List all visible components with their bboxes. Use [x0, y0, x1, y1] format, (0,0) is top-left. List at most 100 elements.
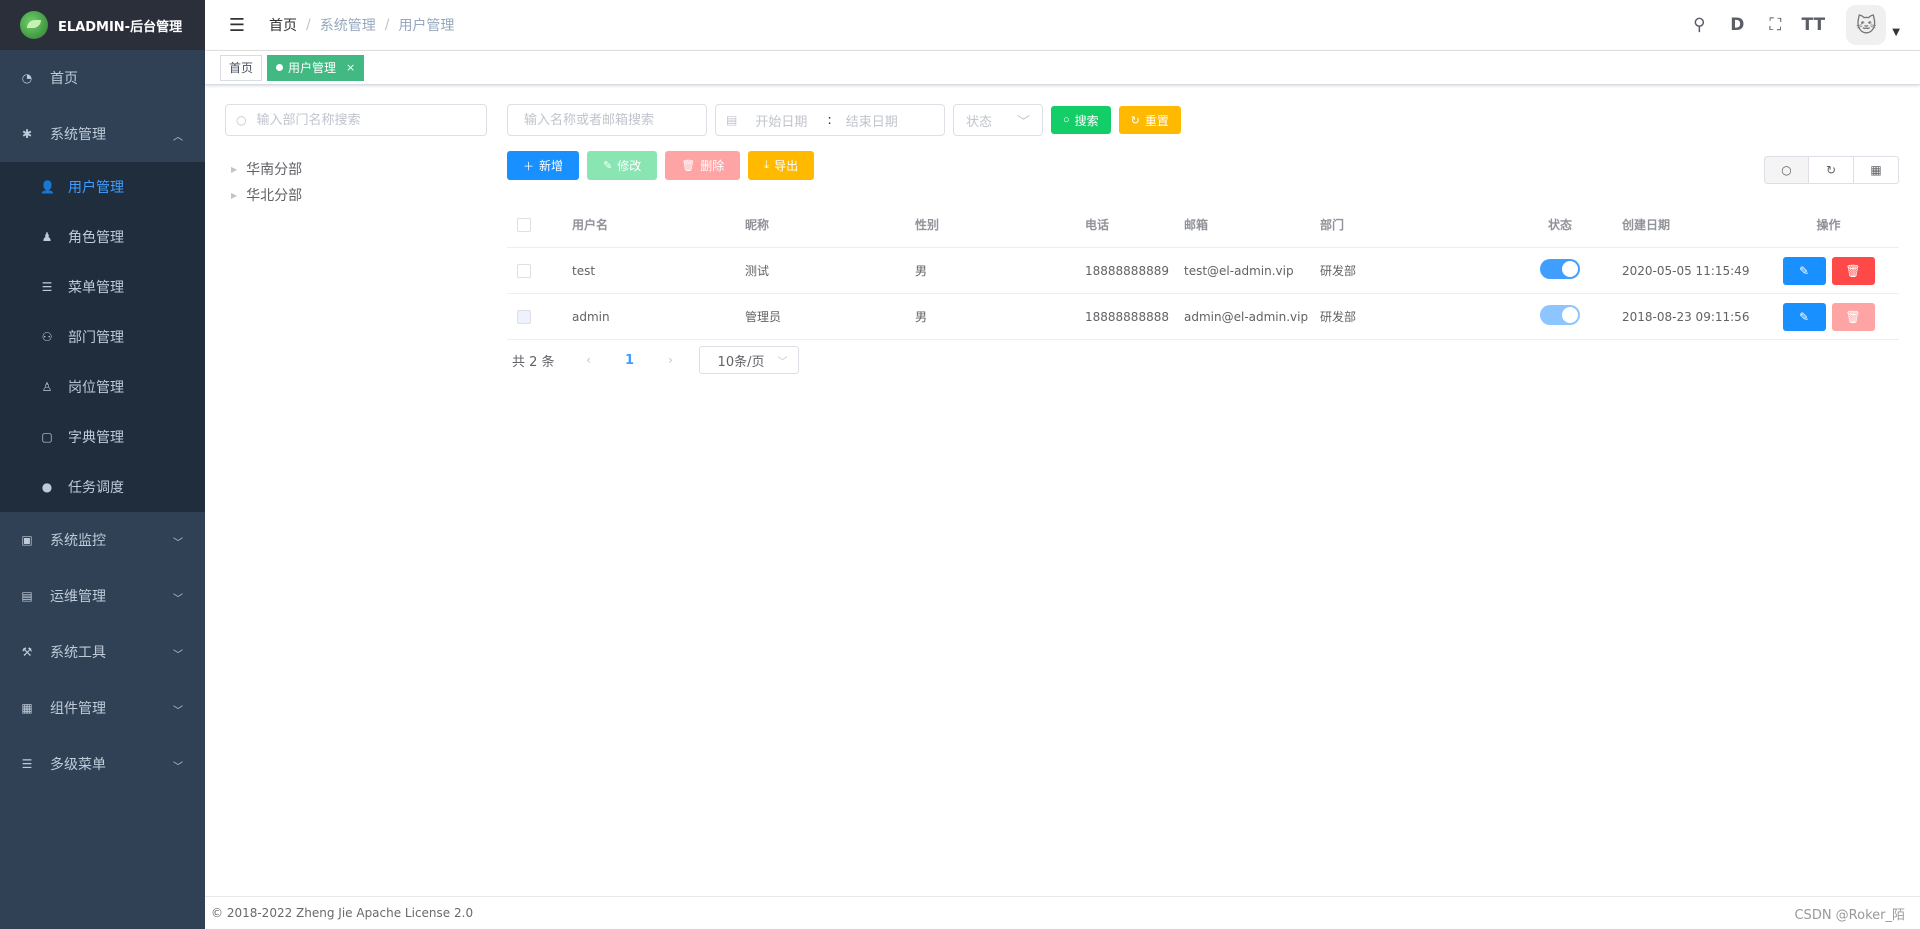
- chevron-right-icon[interactable]: ›: [661, 353, 681, 367]
- breadcrumb-home[interactable]: 首页: [269, 15, 297, 35]
- row-checkbox[interactable]: [517, 263, 531, 278]
- reset-button-label: 重置: [1144, 113, 1169, 128]
- row-delete-button[interactable]: 🗑: [1831, 256, 1875, 285]
- sidebar-item-positions[interactable]: ♙ 岗位管理: [0, 362, 205, 412]
- edit-button[interactable]: ✎ 修改: [587, 151, 658, 180]
- sidebar-item-label: 菜单管理: [68, 280, 124, 296]
- font-size-icon[interactable]: TT: [1794, 15, 1832, 35]
- caret-right-icon[interactable]: ▶: [231, 165, 237, 174]
- cell-phone: 18888888888: [1085, 309, 1169, 324]
- add-button[interactable]: ＋ 新增: [507, 151, 580, 180]
- search-button[interactable]: ○ 搜索: [1051, 106, 1111, 134]
- tree-node[interactable]: ▶ 华南分部: [231, 156, 302, 182]
- cell-dept: 研发部: [1320, 264, 1357, 278]
- tree-node[interactable]: ▶ 华北分部: [231, 182, 302, 208]
- edit-icon: ✎: [603, 160, 613, 172]
- chevron-down-icon: ﹀: [173, 594, 183, 605]
- tools-icon: ⚒: [21, 645, 33, 659]
- table-row[interactable]: admin 管理员 男 18888888888 admin@el-admin.v…: [507, 294, 1899, 340]
- tag-users[interactable]: 用户管理 ×: [267, 54, 365, 81]
- app-title: ELADMIN-后台管理: [58, 19, 183, 35]
- doc-icon[interactable]: D: [1718, 15, 1756, 35]
- clock-icon: ●: [41, 480, 53, 494]
- chevron-down-icon: ﹀: [777, 356, 788, 368]
- fullscreen-icon[interactable]: ⛶: [1756, 15, 1794, 35]
- tags-view: 首页 用户管理 ×: [205, 51, 1920, 85]
- end-date-placeholder[interactable]: 结束日期: [846, 111, 898, 130]
- navbar-actions: ⚲ D ⛶ TT 🐱 ▼: [1680, 0, 1900, 50]
- reset-button[interactable]: ↻ 重置: [1118, 106, 1181, 134]
- dept-tree: ▶ 华南分部 ▶ 华北分部: [231, 156, 302, 208]
- search-button-label: 搜索: [1074, 113, 1099, 128]
- gear-icon: ✱: [21, 127, 33, 141]
- sidebar-item-components[interactable]: ▦ 组件管理 ﹀: [0, 680, 205, 736]
- delete-button[interactable]: 🗑 删除: [665, 151, 741, 180]
- trash-icon: 🗑: [1845, 309, 1861, 324]
- sidebar-item-system[interactable]: ✱ 系统管理 ︿: [0, 106, 205, 162]
- sidebar-item-label: 组件管理: [50, 701, 106, 717]
- row-checkbox: [517, 309, 531, 324]
- select-all-checkbox[interactable]: [517, 217, 531, 232]
- start-date-placeholder[interactable]: 开始日期: [755, 111, 807, 130]
- sidebar-item-depts[interactable]: ⚇ 部门管理: [0, 312, 205, 362]
- app-logo[interactable]: ELADMIN-后台管理: [0, 0, 205, 50]
- row-checkbox-cell: [507, 309, 572, 324]
- dept-search-input[interactable]: [254, 111, 475, 129]
- date-range-picker[interactable]: ▤ 开始日期 : 结束日期: [715, 104, 945, 136]
- page-number[interactable]: 1: [615, 353, 645, 368]
- column-header: 部门: [1320, 218, 1345, 232]
- columns-icon[interactable]: ▦: [1854, 156, 1899, 184]
- status-switch[interactable]: [1540, 259, 1580, 279]
- search-icon[interactable]: ⚲: [1680, 15, 1718, 35]
- sidebar-item-label: 部门管理: [68, 330, 124, 346]
- row-edit-button[interactable]: ✎: [1782, 256, 1826, 285]
- status-switch: [1540, 305, 1580, 325]
- table-row[interactable]: test 测试 男 18888888889 test@el-admin.vip …: [507, 248, 1899, 294]
- copyright: © 2018-2022 Zheng Jie Apache License 2.0: [211, 906, 474, 920]
- sidebar-item-jobs[interactable]: ● 任务调度: [0, 462, 205, 512]
- column-header: 创建日期: [1622, 218, 1671, 232]
- chevron-up-icon: ︿: [173, 132, 183, 143]
- edit-icon: ✎: [1798, 309, 1810, 324]
- row-edit-button[interactable]: ✎: [1782, 302, 1826, 331]
- sidebar-item-home[interactable]: ◔ 首页: [0, 50, 205, 106]
- caret-down-icon[interactable]: ▼: [1892, 27, 1900, 38]
- footer: © 2018-2022 Zheng Jie Apache License 2.0…: [205, 896, 1920, 929]
- sidebar-item-users[interactable]: 👤 用户管理: [0, 162, 205, 212]
- trash-icon: 🗑: [1845, 263, 1861, 278]
- keyword-field[interactable]: [507, 104, 707, 136]
- close-icon[interactable]: ×: [346, 56, 355, 80]
- cell-status: [1498, 305, 1622, 328]
- sidebar-item-menus[interactable]: ☰ 菜单管理: [0, 262, 205, 312]
- sidebar-item-nested[interactable]: ☰ 多级菜单 ﹀: [0, 736, 205, 792]
- avatar[interactable]: 🐱: [1846, 5, 1887, 45]
- add-button-label: 新增: [539, 159, 564, 173]
- download-icon: ⤓: [764, 159, 770, 171]
- chevron-down-icon: ﹀: [173, 650, 183, 661]
- export-button[interactable]: ⤓ 导出: [748, 151, 815, 180]
- page-size-select[interactable]: 10条/页 ﹀: [698, 346, 799, 374]
- cell-phone: 18888888889: [1085, 263, 1169, 278]
- sidebar-item-roles[interactable]: ♟ 角色管理: [0, 212, 205, 262]
- tag-home[interactable]: 首页: [220, 54, 263, 81]
- caret-right-icon[interactable]: ▶: [231, 191, 237, 200]
- export-button-label: 导出: [774, 159, 799, 173]
- sidebar-item-tools[interactable]: ⚒ 系统工具 ﹀: [0, 624, 205, 680]
- toggle-search-icon[interactable]: ○: [1764, 156, 1809, 184]
- cell-email: test@el-admin.vip: [1184, 263, 1294, 278]
- refresh-icon[interactable]: ↻: [1809, 156, 1854, 184]
- row-checkbox-cell: [507, 263, 572, 278]
- sidebar-item-label: 角色管理: [68, 230, 124, 246]
- keyword-input[interactable]: [522, 111, 690, 129]
- status-select[interactable]: 状态 ﹀: [953, 104, 1043, 136]
- sidebar-item-monitor[interactable]: ▣ 系统监控 ﹀: [0, 512, 205, 568]
- cell-status: [1498, 259, 1622, 282]
- column-header: 邮箱: [1184, 218, 1209, 232]
- edit-icon: ✎: [1798, 263, 1810, 278]
- dept-search[interactable]: ○: [225, 104, 487, 136]
- chevron-left-icon[interactable]: ‹: [579, 353, 599, 367]
- user-icon: 👤: [40, 180, 55, 194]
- sidebar-item-dictionary[interactable]: ▢ 字典管理: [0, 412, 205, 462]
- sidebar-item-ops[interactable]: ▤ 运维管理 ﹀: [0, 568, 205, 624]
- hamburger-toggle-icon[interactable]: ☰: [217, 0, 257, 50]
